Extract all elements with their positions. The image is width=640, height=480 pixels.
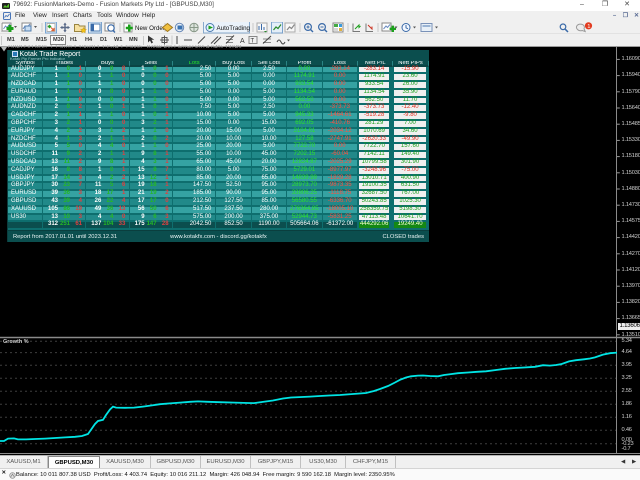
svg-text:A: A <box>240 38 245 45</box>
svg-text:T: T <box>251 39 255 45</box>
svg-text:AutoTrading: AutoTrading <box>217 25 251 32</box>
svg-text:1: 1 <box>587 24 590 30</box>
svg-text:New Order: New Order <box>135 25 165 32</box>
